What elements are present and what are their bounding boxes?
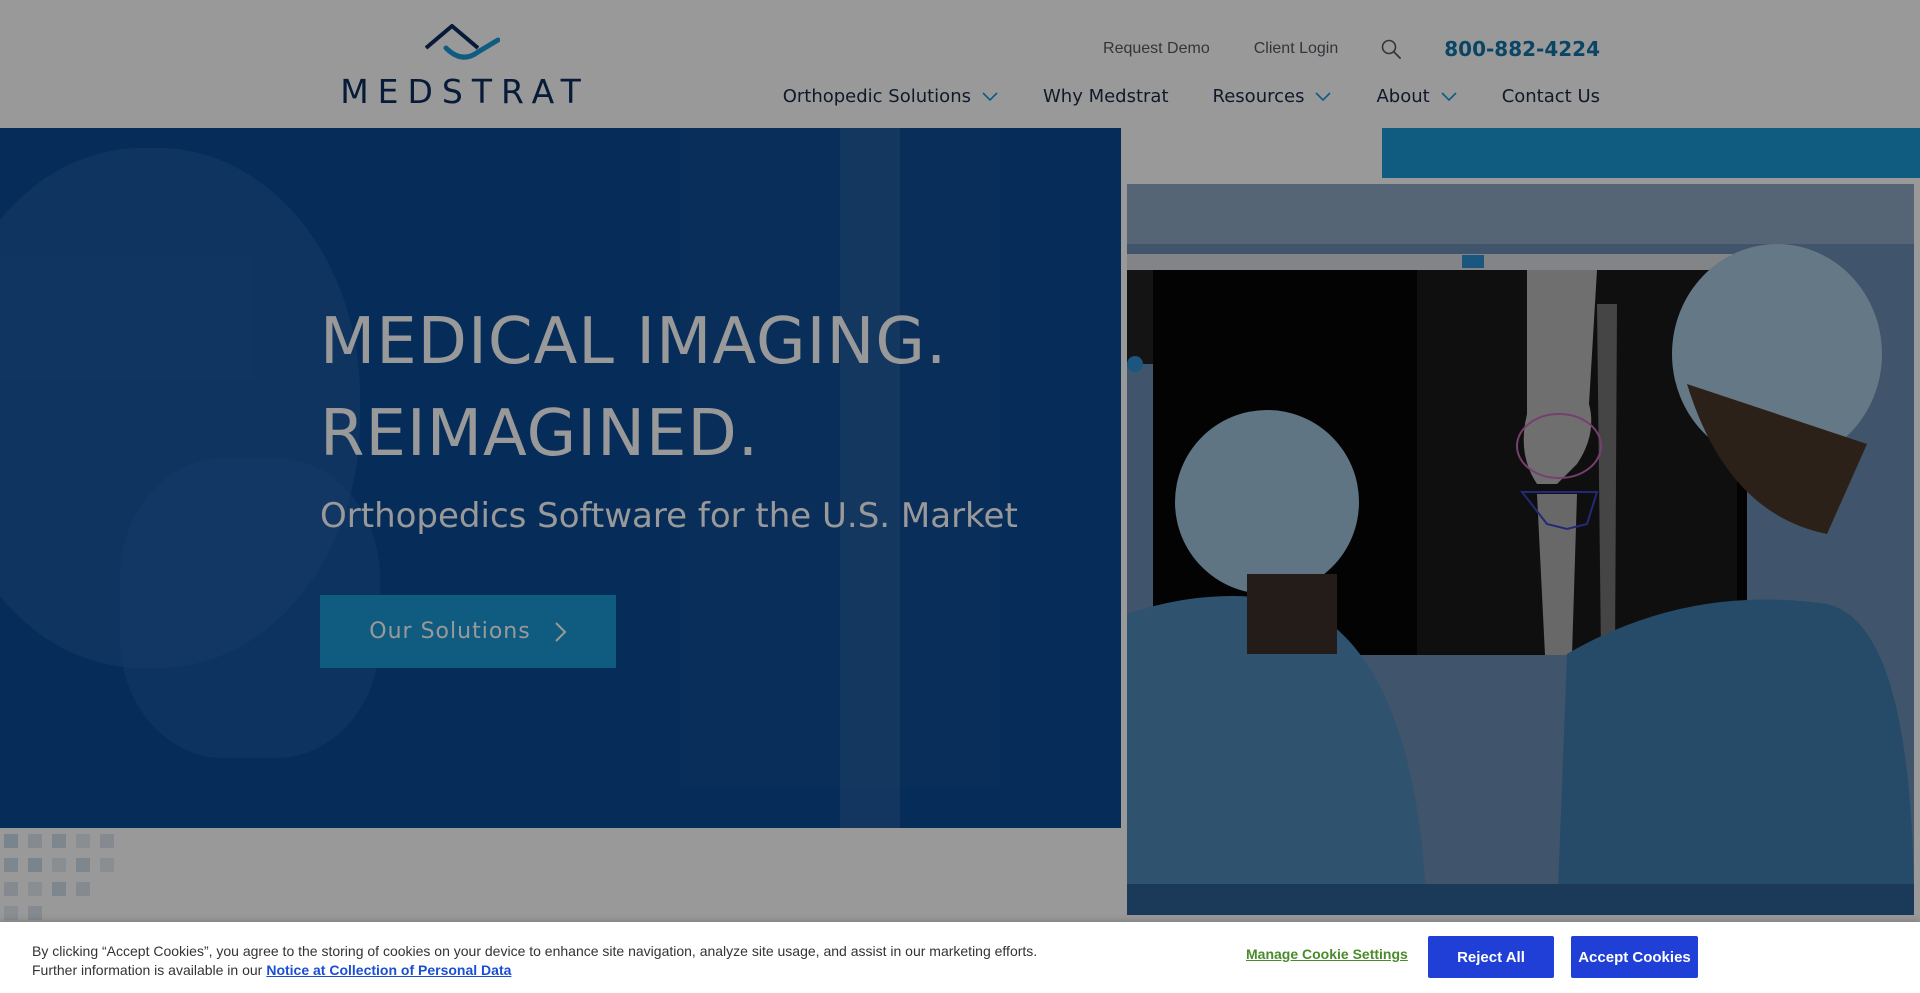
manage-cookie-settings-link[interactable]: Manage Cookie Settings — [1246, 946, 1408, 962]
cookie-message: By clicking “Accept Cookies”, you agree … — [32, 943, 1038, 978]
reject-all-button[interactable]: Reject All — [1428, 936, 1554, 978]
accept-cookies-button[interactable]: Accept Cookies — [1571, 936, 1698, 978]
privacy-notice-link[interactable]: Notice at Collection of Personal Data — [266, 962, 511, 978]
modal-overlay — [0, 0, 1920, 922]
cookie-banner-text: By clicking “Accept Cookies”, you agree … — [32, 942, 1042, 980]
cookie-banner: By clicking “Accept Cookies”, you agree … — [0, 922, 1920, 993]
